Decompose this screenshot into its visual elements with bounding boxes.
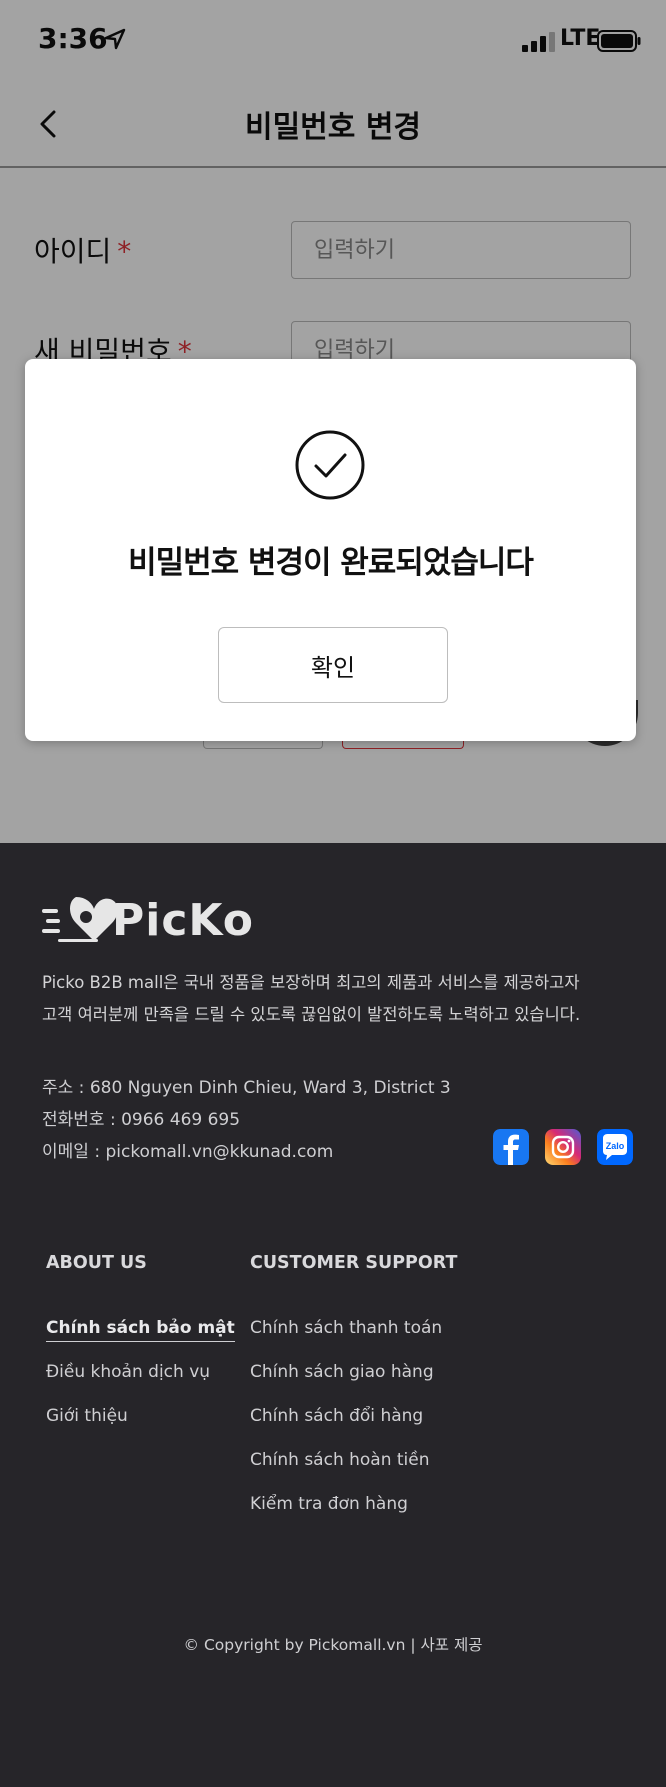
exchange-policy-link[interactable]: Chính sách đổi hàng <box>250 1406 423 1426</box>
copyright-text: © Copyright by Pickomall.vn | 사포 제공 <box>183 1636 483 1654</box>
instagram-icon[interactable] <box>545 1129 581 1165</box>
about-us-heading: ABOUT US <box>46 1253 147 1273</box>
refund-policy-link[interactable]: Chính sách hoàn tiền <box>250 1450 430 1470</box>
success-dialog: 비밀번호 변경이 완료되었습니다 확인 <box>25 359 636 741</box>
about-link[interactable]: Giới thiệu <box>46 1406 128 1426</box>
confirm-button[interactable]: 확인 <box>218 627 448 703</box>
terms-of-service-link[interactable]: Điều khoản dịch vụ <box>46 1362 210 1382</box>
check-circle-icon <box>295 430 365 500</box>
description-line-2: 고객 여러분께 만족을 드릴 수 있도록 끊임없이 발전하도록 노력하고 있습니… <box>42 1005 581 1024</box>
phone-text: 전화번호 : 0966 469 695 <box>42 1110 241 1130</box>
footer: PicKo Picko B2B mall은 국내 정품을 보장하며 최고의 제품… <box>0 843 666 1787</box>
app-screen: 3:36 LTE 비밀번호 변경 아이디* 새 비밀번호* <box>0 0 666 843</box>
email-text: 이메일 : pickomall.vn@kkunad.com <box>42 1142 334 1162</box>
delivery-policy-link[interactable]: Chính sách giao hàng <box>250 1362 434 1382</box>
facebook-icon[interactable] <box>493 1129 529 1165</box>
order-check-link[interactable]: Kiểm tra đơn hàng <box>250 1494 408 1514</box>
privacy-policy-link[interactable]: Chính sách bảo mật <box>46 1318 235 1342</box>
payment-policy-link[interactable]: Chính sách thanh toán <box>250 1318 442 1338</box>
dialog-message: 비밀번호 변경이 완료되었습니다 <box>128 545 534 581</box>
customer-support-heading: CUSTOMER SUPPORT <box>250 1253 458 1273</box>
description-line-1: Picko B2B mall은 국내 정품을 보장하며 최고의 제품과 서비스를… <box>42 973 580 992</box>
zalo-label: Zalo <box>606 1141 625 1151</box>
zalo-icon[interactable]: Zalo <box>597 1129 633 1165</box>
address-text: 주소 : 680 Nguyen Dinh Chieu, Ward 3, Dist… <box>42 1078 451 1098</box>
logo-wordmark: PicKo <box>112 895 254 946</box>
